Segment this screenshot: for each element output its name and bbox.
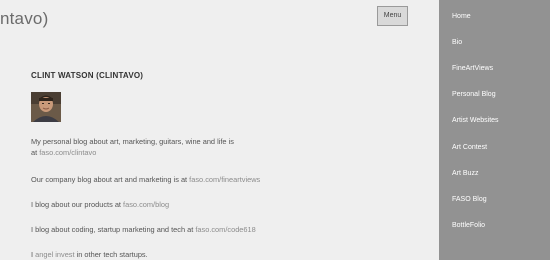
sidebar-item-faso-blog[interactable]: FASO Blog [452,196,487,203]
sidebar-item-artist-websites[interactable]: Artist Websites [452,117,499,124]
menu-button[interactable]: Menu [377,6,408,26]
page: intavo) Menu Home Bio FineArtViews Perso… [0,0,550,260]
link-angel-invest[interactable]: angel invest [35,250,74,259]
link-faso-blog[interactable]: faso.com/blog [123,200,169,209]
paragraph-coding-blog-text: I blog about coding, startup marketing a… [31,225,196,234]
paragraph-angel-invest: I angel invest in other tech startups. [31,249,148,260]
paragraph-personal-blog: My personal blog about art, marketing, g… [31,136,234,158]
paragraph-company-blog: Our company blog about art and marketing… [31,174,260,185]
paragraph-coding-blog: I blog about coding, startup marketing a… [31,224,256,235]
sidebar-item-bio[interactable]: Bio [452,39,462,46]
site-title[interactable]: intavo) [0,9,48,29]
sidebar-item-fineartviews[interactable]: FineArtViews [452,65,493,72]
paragraph-personal-blog-line: My personal blog about art, marketing, g… [31,137,234,146]
link-faso-clintavo[interactable]: faso.com/clintavo [39,148,96,157]
sidebar-nav: Home Bio FineArtViews Personal Blog Arti… [439,0,550,260]
paragraph-company-blog-text: Our company blog about art and marketing… [31,175,190,184]
paragraph-products-blog: I blog about our products at faso.com/bl… [31,199,169,210]
paragraph-products-blog-text: I blog about our products at [31,200,124,209]
paragraph-angel-invest-suffix: in other tech startups. [74,250,148,259]
paragraph-personal-blog-prefix: at [31,148,40,157]
link-faso-fineartviews[interactable]: faso.com/fineartviews [189,175,260,184]
link-faso-code618[interactable]: faso.com/code618 [195,225,255,234]
sidebar-item-home[interactable]: Home [452,13,471,20]
sidebar-item-art-contest[interactable]: Art Contest [452,144,487,151]
sidebar-item-bottlefolio[interactable]: BottleFolio [452,222,485,229]
avatar [31,92,61,122]
sidebar-item-personal-blog[interactable]: Personal Blog [452,91,496,98]
avatar-portrait-icon [31,92,61,122]
author-name: CLINT WATSON (CLINTAVO) [31,71,144,80]
sidebar-item-art-buzz[interactable]: Art Buzz [452,170,478,177]
